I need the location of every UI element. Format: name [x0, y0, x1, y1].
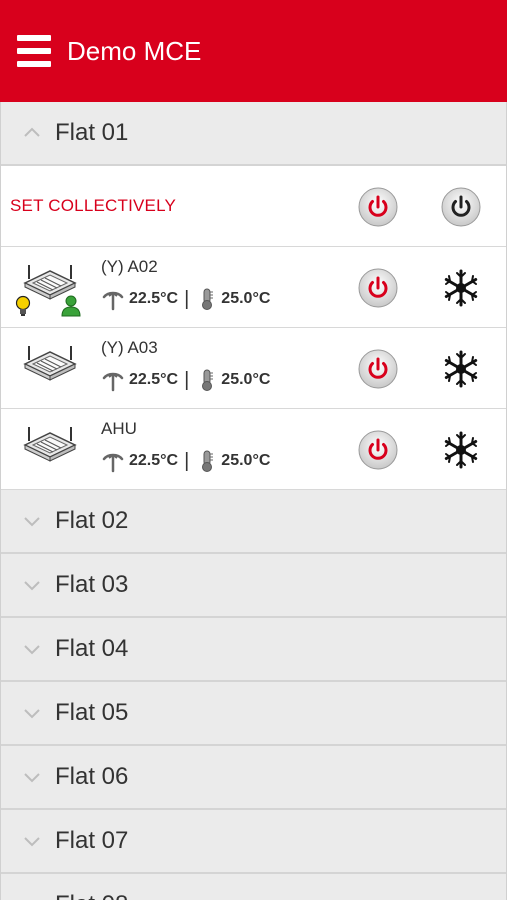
room-temperature-value: 25.0°C — [221, 371, 271, 388]
unit-power-button[interactable] — [358, 349, 398, 389]
unit-power-button[interactable] — [358, 430, 398, 470]
chevron-down-icon — [23, 832, 41, 850]
room-temperature-value: 25.0°C — [221, 452, 271, 469]
group-label: Flat 01 — [55, 119, 129, 146]
cassette-unit-icon — [17, 344, 83, 394]
unit-row-a02[interactable]: (Y) A02 22.5°C | 25.0°C — [1, 247, 506, 328]
group-header-flat-01[interactable]: Flat 01 — [1, 102, 506, 166]
set-temperature-value: 22.5°C — [129, 371, 179, 388]
unit-row-ahu[interactable]: AHU 22.5°C | 25.0°C — [1, 409, 506, 490]
unit-temperatures: 22.5°C | 25.0°C — [101, 287, 270, 311]
group-header-flat-02[interactable]: Flat 02 — [1, 490, 506, 554]
chevron-down-icon — [23, 896, 41, 900]
group-label: Flat 03 — [55, 571, 129, 598]
chevron-up-icon — [23, 124, 41, 142]
group-label: Flat 04 — [55, 635, 129, 662]
hamburger-menu-icon[interactable] — [17, 35, 51, 67]
group-label: Flat 05 — [55, 699, 129, 726]
app-title: Demo MCE — [67, 35, 202, 66]
temperature-separator: | — [184, 368, 190, 391]
set-temperature-icon — [101, 368, 125, 392]
set-temperature-icon — [101, 449, 125, 473]
set-collectively-label: SET COLLECTIVELY — [10, 196, 177, 215]
snowflake-icon[interactable] — [441, 430, 481, 470]
thermometer-icon — [195, 368, 219, 392]
unit-row-a03[interactable]: (Y) A03 22.5°C | 25.0°C — [1, 328, 506, 409]
group-label: Flat 02 — [55, 507, 129, 534]
occupancy-person-icon — [61, 295, 81, 317]
group-header-flat-06[interactable]: Flat 06 — [1, 746, 506, 810]
thermometer-icon — [195, 449, 219, 473]
group-label: Flat 07 — [55, 827, 129, 854]
chevron-down-icon — [23, 640, 41, 658]
app-header: Demo MCE — [0, 0, 507, 102]
group-list[interactable]: Flat 01 SET COLLECTIVELY (Y) A02 22.5°C … — [0, 102, 507, 900]
cassette-unit-icon — [17, 425, 83, 475]
temperature-separator: | — [184, 449, 190, 472]
group-label: Flat 06 — [55, 763, 129, 790]
group-header-flat-05[interactable]: Flat 05 — [1, 682, 506, 746]
set-collectively-row: SET COLLECTIVELY — [1, 166, 506, 247]
chevron-down-icon — [23, 512, 41, 530]
collective-power-off-button[interactable] — [441, 187, 481, 227]
group-header-flat-07[interactable]: Flat 07 — [1, 810, 506, 874]
collective-power-on-button[interactable] — [358, 187, 398, 227]
snowflake-icon[interactable] — [441, 349, 481, 389]
room-temperature-value: 25.0°C — [221, 290, 271, 307]
unit-temperatures: 22.5°C | 25.0°C — [101, 368, 270, 392]
snowflake-icon[interactable] — [441, 268, 481, 308]
chevron-down-icon — [23, 704, 41, 722]
chevron-down-icon — [23, 768, 41, 786]
unit-power-button[interactable] — [358, 268, 398, 308]
temperature-separator: | — [184, 287, 190, 310]
unit-temperatures: 22.5°C | 25.0°C — [101, 449, 270, 473]
set-temperature-value: 22.5°C — [129, 452, 179, 469]
light-bulb-icon — [15, 295, 31, 317]
set-temperature-value: 22.5°C — [129, 290, 179, 307]
set-temperature-icon — [101, 287, 125, 311]
group-label: Flat 08 — [55, 891, 128, 900]
group-header-flat-03[interactable]: Flat 03 — [1, 554, 506, 618]
unit-name: (Y) A02 — [101, 257, 158, 276]
chevron-down-icon — [23, 576, 41, 594]
group-header-flat-04[interactable]: Flat 04 — [1, 618, 506, 682]
group-header-flat-08[interactable]: Flat 08 — [1, 874, 506, 900]
unit-name: (Y) A03 — [101, 338, 158, 357]
thermometer-icon — [195, 287, 219, 311]
unit-name: AHU — [101, 419, 137, 438]
